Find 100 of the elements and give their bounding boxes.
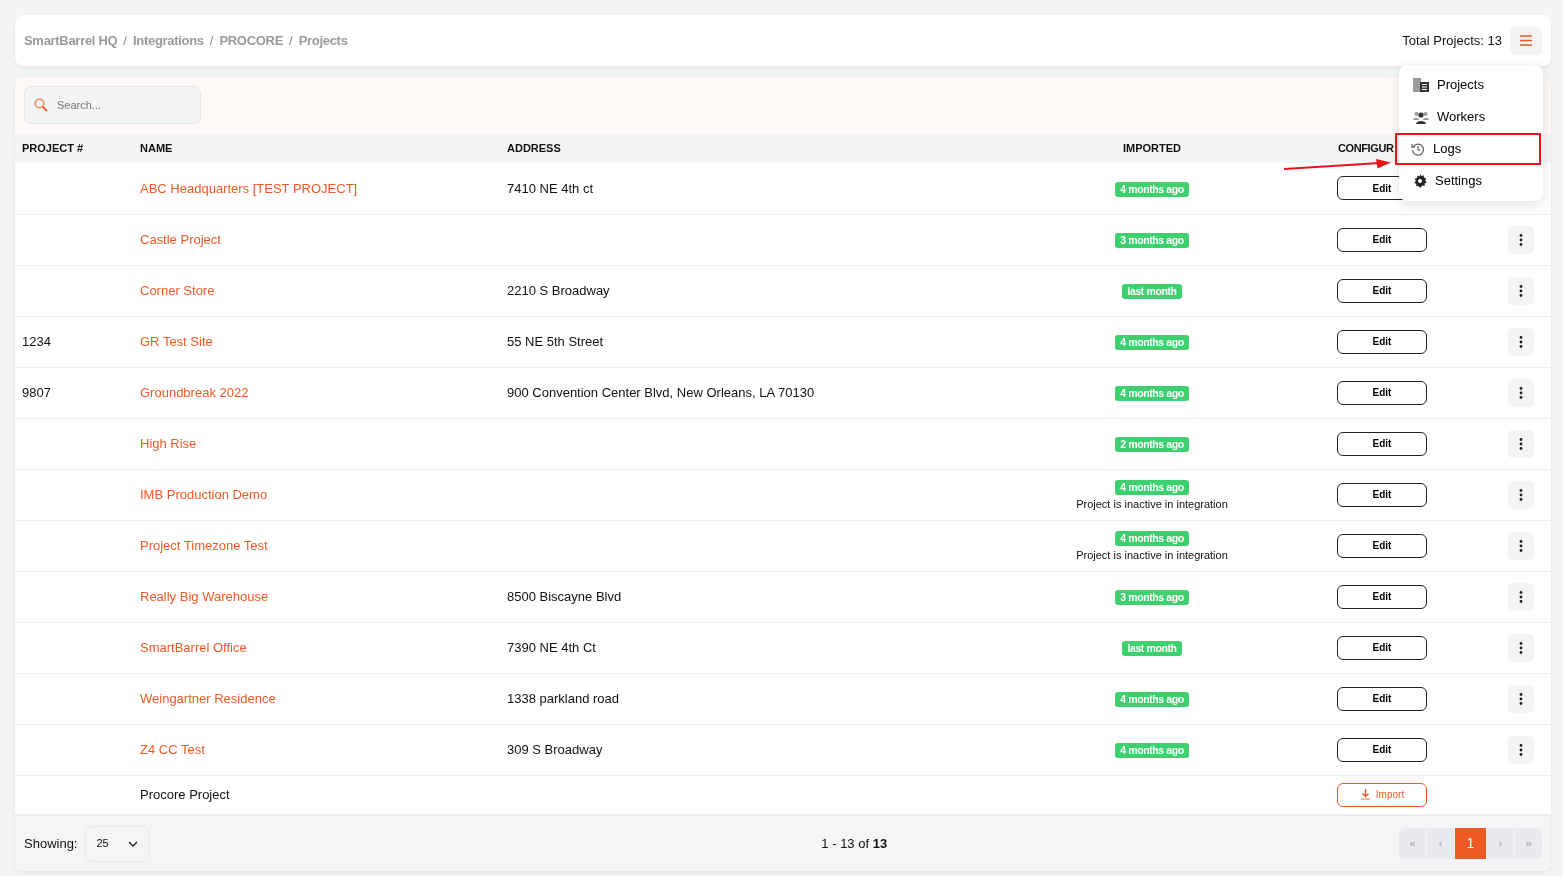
edit-button[interactable]: Edit bbox=[1337, 227, 1427, 252]
project-link[interactable]: Really Big Warehouse bbox=[140, 588, 269, 604]
result-range: 1 - 13 of 13 bbox=[821, 834, 888, 853]
kebab-icon bbox=[1518, 590, 1523, 603]
column-header: ADDRESS bbox=[507, 142, 561, 155]
project-link[interactable]: GR Test Site bbox=[140, 333, 213, 349]
more-options-button[interactable] bbox=[1507, 378, 1534, 407]
breadcrumb-link[interactable]: SmartBarrel HQ bbox=[24, 30, 118, 51]
breadcrumb-separator: / bbox=[289, 31, 293, 50]
column-header: PROJECT # bbox=[22, 142, 84, 155]
project-link[interactable]: IMB Production Demo bbox=[140, 486, 268, 502]
import-button[interactable]: Import bbox=[1337, 782, 1427, 807]
imported-badge: 4 months ago bbox=[1115, 742, 1189, 758]
page-button[interactable]: › bbox=[1487, 828, 1514, 859]
kebab-icon bbox=[1518, 743, 1523, 756]
project-link[interactable]: SmartBarrel Office bbox=[140, 639, 247, 655]
menu-button[interactable] bbox=[1510, 26, 1542, 55]
edit-button[interactable]: Edit bbox=[1337, 635, 1427, 660]
page-button[interactable]: « bbox=[1399, 828, 1426, 859]
project-link[interactable]: High Rise bbox=[140, 435, 197, 451]
imported-badge: 4 months ago bbox=[1115, 530, 1189, 546]
edit-button[interactable]: Edit bbox=[1337, 380, 1427, 405]
imported-badge: 3 months ago bbox=[1115, 589, 1189, 605]
menu-item[interactable]: Workers bbox=[1399, 101, 1543, 133]
edit-button[interactable]: Edit bbox=[1337, 278, 1427, 303]
download-icon bbox=[1359, 789, 1371, 801]
page-button[interactable]: ‹ bbox=[1427, 828, 1454, 859]
imported-badge: 4 months ago bbox=[1115, 479, 1189, 495]
edit-button[interactable]: Edit bbox=[1337, 329, 1427, 354]
more-options-button[interactable] bbox=[1507, 582, 1534, 611]
imported-badge: last month bbox=[1122, 640, 1182, 656]
column-header: CONFIGUR bbox=[1338, 142, 1394, 155]
more-options-button[interactable] bbox=[1507, 480, 1534, 509]
more-options-button[interactable] bbox=[1507, 276, 1534, 305]
settings-icon bbox=[1413, 174, 1427, 188]
more-options-button[interactable] bbox=[1507, 429, 1534, 458]
column-header: IMPORTED bbox=[1122, 142, 1182, 155]
imported-badge: 2 months ago bbox=[1115, 436, 1189, 452]
kebab-icon bbox=[1518, 437, 1523, 450]
breadcrumb-link[interactable]: PROCORE bbox=[219, 30, 284, 51]
menu-icon bbox=[1520, 35, 1532, 46]
menu-item[interactable]: Projects bbox=[1399, 69, 1543, 101]
edit-button[interactable]: Edit bbox=[1337, 584, 1427, 609]
imported-badge: 4 months ago bbox=[1115, 385, 1189, 401]
more-options-button[interactable] bbox=[1507, 684, 1534, 713]
kebab-icon bbox=[1518, 692, 1523, 705]
kebab-icon bbox=[1518, 284, 1523, 297]
showing-label: Showing: bbox=[24, 834, 78, 853]
project-link[interactable]: Castle Project bbox=[140, 231, 221, 247]
edit-button[interactable]: Edit bbox=[1337, 431, 1427, 456]
project-name: Procore Project bbox=[140, 787, 230, 802]
history-icon bbox=[1411, 142, 1425, 156]
column-header: NAME bbox=[140, 142, 173, 155]
kebab-icon bbox=[1518, 233, 1523, 246]
total-projects: Total Projects: 13 bbox=[1402, 31, 1502, 50]
more-options-button[interactable] bbox=[1507, 225, 1534, 254]
more-options-button[interactable] bbox=[1507, 633, 1534, 662]
page-size-select[interactable]: 25 bbox=[85, 825, 150, 862]
page-button[interactable]: » bbox=[1515, 828, 1542, 859]
project-address: 309 S Broadway bbox=[507, 741, 603, 757]
edit-button[interactable]: Edit bbox=[1337, 686, 1427, 711]
project-link[interactable]: Project Timezone Test bbox=[140, 537, 268, 553]
menu-item[interactable]: Logs bbox=[1395, 133, 1541, 165]
project-link[interactable]: Groundbreak 2022 bbox=[140, 384, 249, 400]
imported-badge: last month bbox=[1122, 283, 1182, 299]
breadcrumb-link[interactable]: Projects bbox=[298, 30, 348, 51]
more-options-button[interactable] bbox=[1507, 735, 1534, 764]
kebab-icon bbox=[1518, 335, 1523, 348]
project-address: 8500 Biscayne Blvd bbox=[507, 588, 622, 604]
project-address: 7410 NE 4th ct bbox=[507, 180, 593, 196]
project-link[interactable]: ABC Headquarters [TEST PROJECT] bbox=[140, 180, 358, 196]
project-address: 2210 S Broadway bbox=[507, 282, 610, 298]
project-link[interactable]: Z4 CC Test bbox=[140, 741, 205, 757]
search-icon bbox=[34, 98, 48, 112]
building-icon bbox=[1413, 78, 1429, 92]
project-address: 7390 NE 4th Ct bbox=[507, 639, 596, 655]
imported-badge: 4 months ago bbox=[1115, 181, 1189, 197]
project-link[interactable]: Weingartner Residence bbox=[140, 690, 276, 706]
search-field[interactable]: Search... bbox=[24, 86, 201, 124]
project-address: 55 NE 5th Street bbox=[507, 333, 604, 349]
kebab-icon bbox=[1518, 641, 1523, 654]
edit-button[interactable]: Edit bbox=[1337, 737, 1427, 762]
edit-button[interactable]: Edit bbox=[1337, 482, 1427, 507]
edit-button[interactable]: Edit bbox=[1337, 533, 1427, 558]
project-link[interactable]: Corner Store bbox=[140, 282, 215, 298]
more-options-button[interactable] bbox=[1507, 531, 1534, 560]
more-options-button[interactable] bbox=[1507, 327, 1534, 356]
imported-badge: 4 months ago bbox=[1115, 334, 1189, 350]
project-number: 9807 bbox=[22, 384, 51, 400]
project-address: 1338 parkland road bbox=[507, 690, 620, 706]
kebab-icon bbox=[1518, 488, 1523, 501]
page-button[interactable]: 1 bbox=[1455, 828, 1486, 859]
breadcrumb-separator: / bbox=[209, 31, 214, 50]
project-address: 900 Convention Center Blvd, New Orleans, LA 70130 bbox=[507, 384, 815, 400]
project-number: 1234 bbox=[22, 333, 51, 349]
kebab-icon bbox=[1518, 386, 1523, 399]
imported-badge: 4 months ago bbox=[1115, 691, 1189, 707]
kebab-icon bbox=[1518, 539, 1523, 552]
breadcrumb-separator: / bbox=[123, 31, 127, 50]
breadcrumb-link[interactable]: Integrations bbox=[132, 30, 204, 51]
